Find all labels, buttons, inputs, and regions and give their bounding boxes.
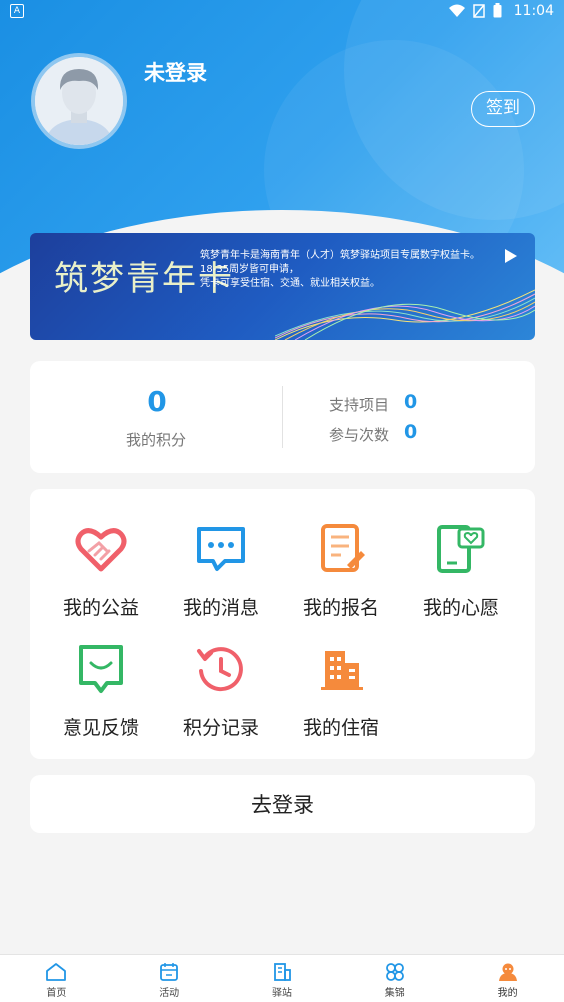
collection-icon <box>385 963 404 981</box>
menu-item-my-accommodation[interactable]: 我的住宿 <box>281 641 401 740</box>
supported-projects-label: 支持项目 <box>329 396 390 414</box>
clock: 11:04 <box>513 3 554 19</box>
menu-item-my-charity[interactable]: 我的公益 <box>41 521 161 620</box>
supported-projects-value: 0 <box>404 391 418 413</box>
signal-icon <box>473 3 485 18</box>
battery-icon <box>493 3 502 18</box>
app-indicator-icon: A <box>10 4 24 18</box>
stats-divider <box>282 386 283 448</box>
home-icon <box>46 963 67 981</box>
status-bar: A 11:04 <box>0 0 564 24</box>
stats-card: 0 我的积分 支持项目 0 参与次数 0 <box>30 361 535 473</box>
login-card: 去登录 <box>30 775 535 833</box>
menu-grid: 我的公益 我的消息 我的报名 我的心愿 意见反馈 积分记录 我的住宿 <box>30 489 535 759</box>
points-value[interactable]: 0 <box>142 385 172 418</box>
tab-collection[interactable]: 集锦 <box>338 955 451 1002</box>
profile-icon <box>498 963 517 981</box>
form-edit-icon <box>321 524 365 572</box>
feedback-icon <box>79 645 123 693</box>
youth-card-banner[interactable]: 筑梦青年卡 筑梦青年卡是海南青年（人才）筑梦驿站项目专属数字权益卡。 18-35… <box>30 233 535 340</box>
history-icon <box>197 647 243 692</box>
supported-projects-row[interactable]: 支持项目 0 <box>329 391 417 415</box>
points-label: 我的积分 <box>126 431 187 449</box>
wave-decoration <box>275 289 535 340</box>
menu-item-points-history[interactable]: 积分记录 <box>161 641 281 740</box>
login-button[interactable]: 去登录 <box>30 775 535 833</box>
participation-row[interactable]: 参与次数 0 <box>329 421 417 445</box>
menu-item-feedback[interactable]: 意见反馈 <box>41 641 161 740</box>
tab-activities[interactable]: 活动 <box>113 955 226 1002</box>
tab-home[interactable]: 首页 <box>0 955 113 1002</box>
username[interactable]: 未登录 <box>144 57 207 87</box>
calendar-icon <box>160 963 179 981</box>
checkin-button[interactable]: 签到 <box>471 91 535 127</box>
wish-icon <box>437 525 485 573</box>
wifi-icon <box>449 4 465 17</box>
participation-label: 参与次数 <box>329 426 390 444</box>
message-icon <box>197 527 245 571</box>
tab-station[interactable]: 驿站 <box>226 955 339 1002</box>
menu-item-my-wishes[interactable]: 我的心愿 <box>401 521 521 620</box>
heart-handshake-icon <box>75 528 127 572</box>
default-avatar-icon <box>35 57 123 145</box>
menu-item-my-registrations[interactable]: 我的报名 <box>281 521 401 620</box>
avatar[interactable] <box>31 53 127 149</box>
tab-mine[interactable]: 我的 <box>451 955 564 1002</box>
station-icon <box>274 963 291 981</box>
bottom-tab-bar: 首页 活动 驿站 集锦 我的 <box>0 954 564 1002</box>
play-icon[interactable] <box>505 249 517 263</box>
menu-item-my-messages[interactable]: 我的消息 <box>161 521 281 620</box>
building-icon <box>321 651 363 690</box>
participation-value: 0 <box>404 421 418 443</box>
